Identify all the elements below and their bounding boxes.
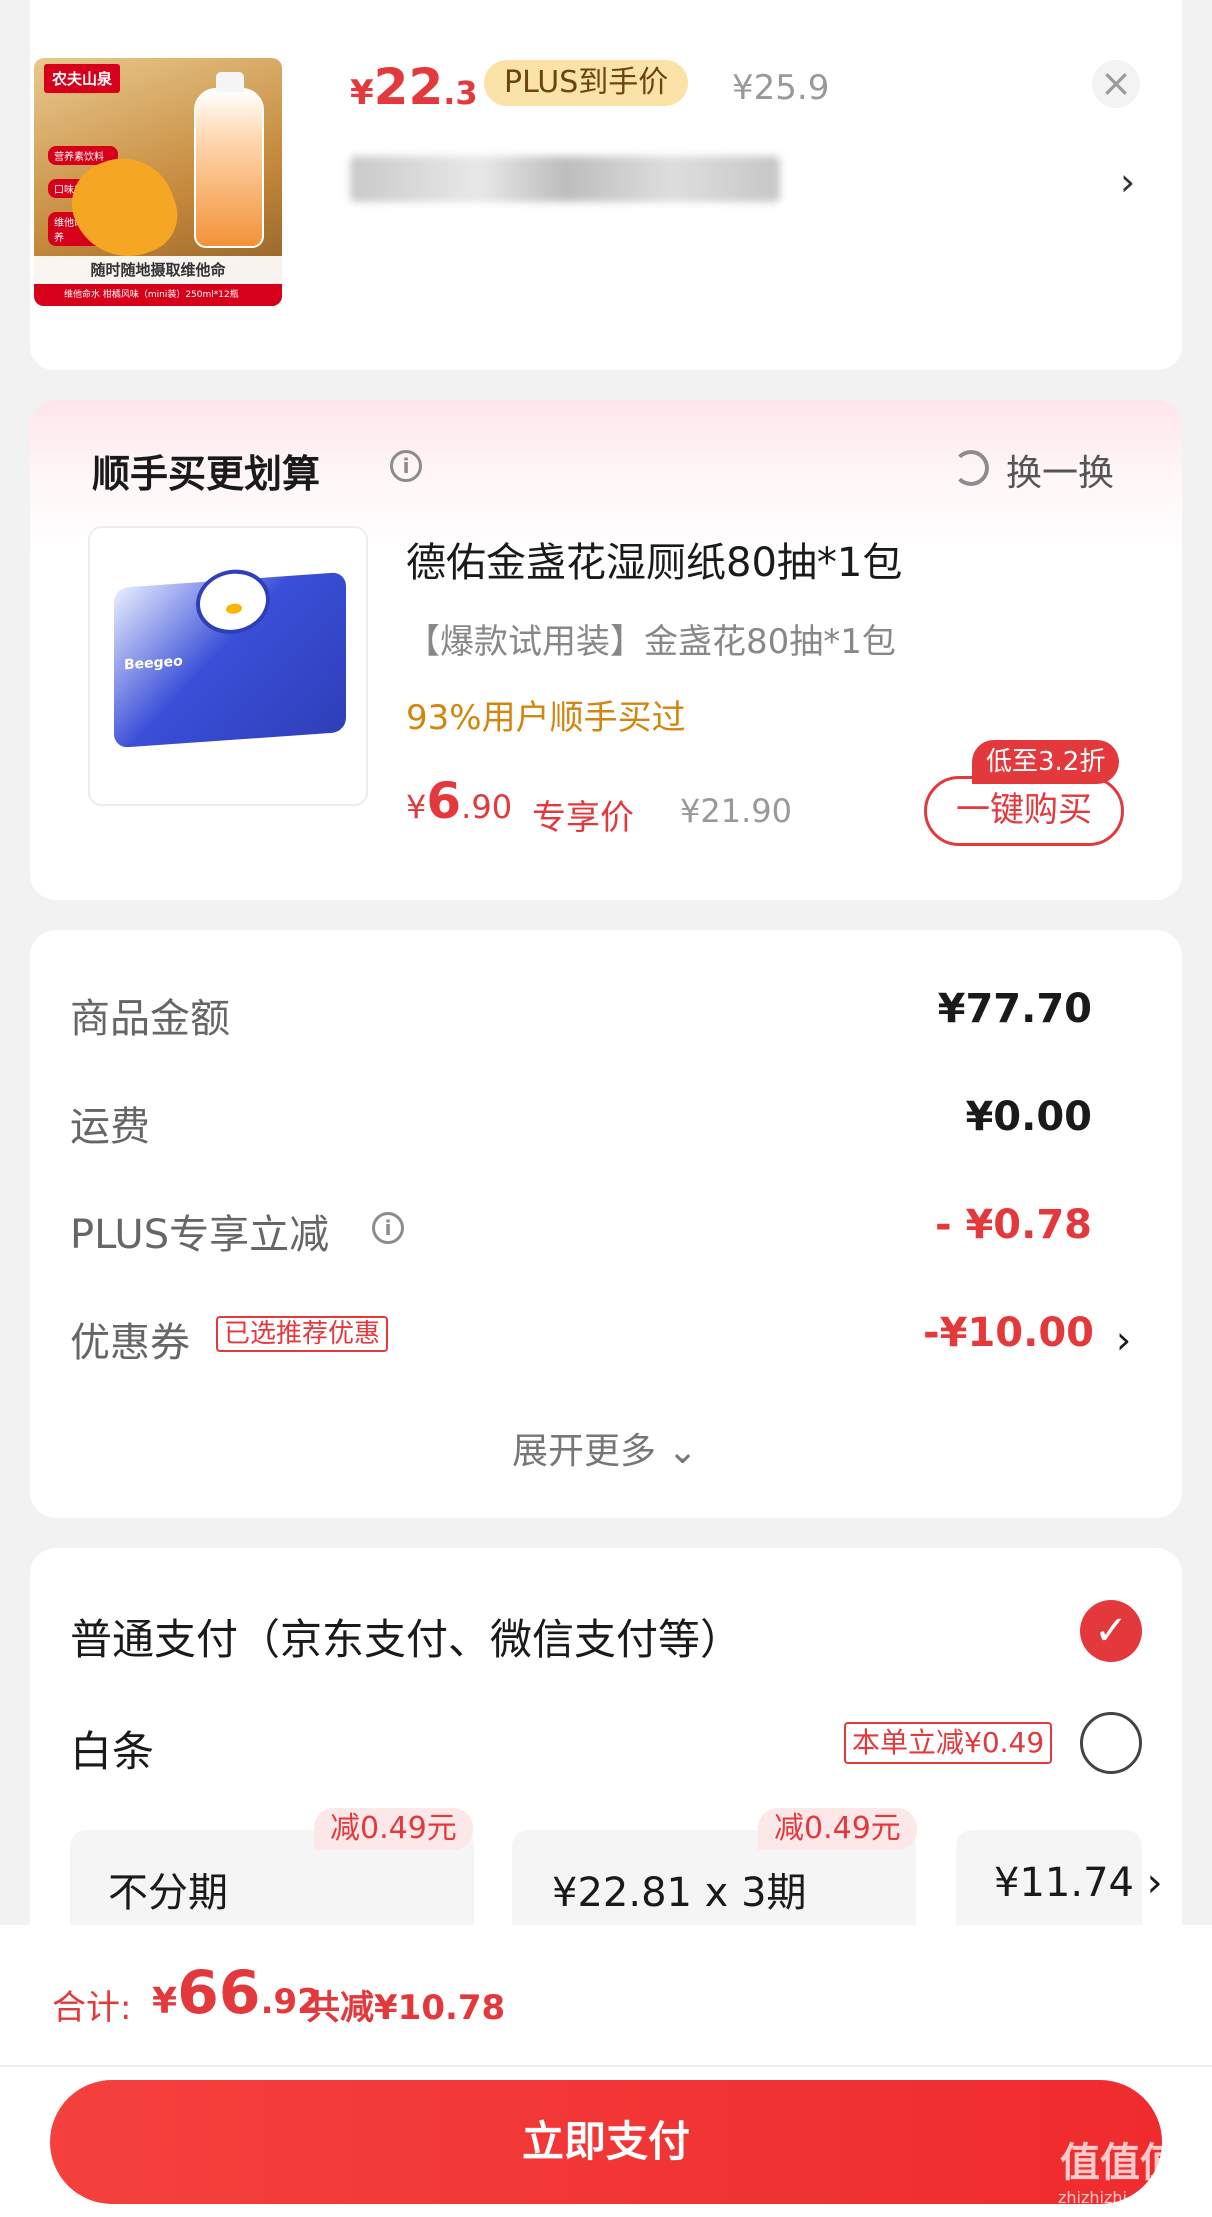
installment-badge: 减0.49元 [314,1808,473,1850]
normal-payment-option[interactable]: 普通支付（京东支付、微信支付等） [70,1606,742,1667]
price-dec: .3 [443,74,478,112]
exclusive-price-label: 专享价 [532,798,634,838]
price-symbol: ¥ [406,788,427,826]
close-button[interactable]: × [1092,60,1140,108]
installment-label: ¥22.81 x 3期 [552,1870,807,1916]
total-price: ¥66.92 [152,1958,321,2028]
deal-product-name[interactable]: 德佑金盏花湿厕纸80抽*1包 [406,530,902,588]
wipes-pack-graphic: Beegeo [114,567,346,749]
installment-badge: 减0.49元 [758,1808,917,1850]
image-footer: 维他命水 柑橘风味（mini装）250ml*12瓶 [34,284,282,306]
shipping-label: 运费 [70,1104,150,1150]
pack-brand: Beegeo [124,653,183,674]
chevron-right-icon[interactable]: › [1120,160,1135,204]
divider [0,2065,1212,2067]
coupon-value[interactable]: -¥10.00 [923,1310,1094,1356]
refresh-button[interactable]: 换一换 [1006,444,1114,496]
deal-original-price: ¥21.90 [680,792,792,830]
discount-badge: 低至3.2折 [972,740,1120,784]
price-dec: .90 [461,788,513,826]
deal-product-sub: 【爆款试用装】金盏花80抽*1包 [406,622,896,662]
image-brand-logo: 农夫山泉 [44,64,121,93]
watermark-logo: 值值值 [1060,2140,1180,2186]
deal-price: ¥6.90 [406,772,512,830]
deal-social-proof: 93%用户顺手买过 [406,698,686,738]
image-slogan: 随时随地摄取维他命 [34,256,282,284]
total-savings: 共减¥10.78 [306,1988,506,2028]
price-symbol: ¥ [152,1981,178,2022]
plus-discount-label: PLUS专享立减 [70,1212,330,1258]
deal-title: 顺手买更划算 [92,452,321,496]
shipping-value: ¥0.00 [965,1094,1092,1140]
checked-radio-icon[interactable]: ✓ [1080,1600,1142,1662]
goods-amount-label: 商品金额 [70,996,230,1042]
info-icon[interactable]: i [372,1212,404,1244]
price-int: 66 [177,1958,261,2028]
price-int: 22 [373,58,444,116]
chevron-right-icon[interactable]: › [1116,1318,1131,1362]
coupon-label: 优惠券 [70,1320,190,1366]
plus-price-tag: PLUS到手价 [484,60,689,106]
original-price: ¥25.9 [732,68,830,108]
refresh-icon[interactable] [953,450,989,486]
pay-now-button[interactable]: 立即支付 [50,2080,1162,2204]
baitiao-discount-tag: 本单立减¥0.49 [844,1722,1053,1764]
deal-product-image[interactable]: Beegeo [88,526,368,806]
one-click-buy-button[interactable]: 一键购买 [924,776,1124,846]
plus-discount-value: - ¥0.78 [934,1202,1092,1248]
info-icon[interactable]: i [390,450,422,482]
coupon-selected-tag: 已选推荐优惠 [216,1316,389,1352]
price-symbol: ¥ [350,73,374,113]
bottle-graphic [194,72,264,248]
baitiao-payment-option[interactable]: 白条 [70,1718,154,1779]
blurred-address[interactable] [350,156,780,202]
watermark-url: zhizhizhi.com [1058,2188,1167,2207]
total-label: 合计: [52,1988,132,2028]
penguin-graphic [196,567,270,637]
product-image[interactable]: 农夫山泉 营养素饮料 口味丰富 维他命运营养 随时随地摄取维他命 维他命水 柑橘… [34,58,282,306]
installment-label: ¥11.74 › [994,1860,1163,1906]
price-int: 6 [426,772,462,830]
expand-more-button[interactable]: 展开更多 ⌄ [512,1422,698,1474]
unchecked-radio-icon[interactable] [1080,1712,1142,1774]
plus-price: ¥22.3 [350,58,478,116]
goods-amount-value: ¥77.70 [937,986,1092,1032]
installment-label: 不分期 [108,1870,228,1916]
